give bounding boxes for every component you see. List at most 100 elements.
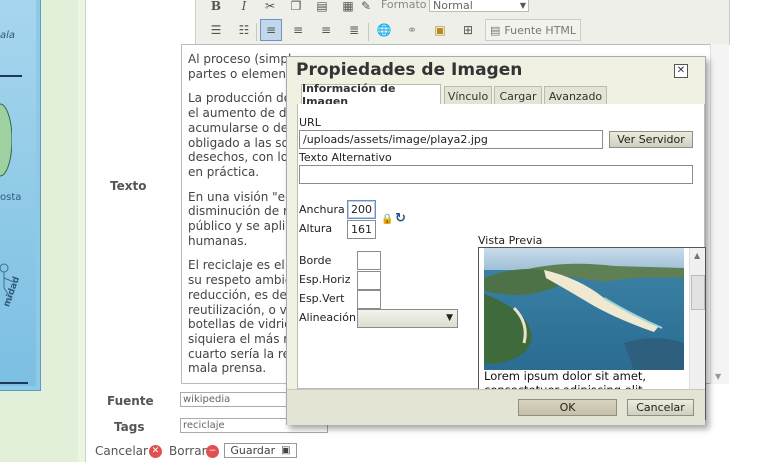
paste-word-icon: ▦ (342, 0, 354, 13)
chevron-down-icon: ▼ (519, 1, 526, 10)
image-button[interactable]: ▣ (430, 20, 450, 40)
height-input[interactable]: 161 (347, 220, 376, 239)
guardar-label: Guardar (230, 444, 276, 457)
alt-text-label: Texto Alternativo (299, 151, 392, 164)
cut-button[interactable]: ✂ (260, 0, 280, 16)
fuente-input[interactable]: wikipedia (180, 392, 290, 407)
bulleted-list-button[interactable]: ☷ (234, 20, 254, 40)
vspace-input[interactable] (357, 290, 381, 309)
width-input[interactable]: 200 (347, 200, 376, 219)
toolbar-separator (368, 23, 369, 41)
scroll-up-icon: ▲ (694, 251, 701, 260)
align-right-button[interactable]: ≡ (316, 20, 336, 40)
editor-body: Al proceso (simple partes o elemento La … (188, 52, 298, 383)
source-html-button[interactable]: ▤ Fuente HTML (485, 19, 582, 41)
image-icon: ▣ (434, 23, 446, 37)
dialog-cancel-button[interactable]: Cancelar (627, 399, 694, 416)
numbered-list-button[interactable]: ☰ (206, 20, 226, 40)
texto-label: Texto (110, 179, 147, 193)
bold-button[interactable]: B (206, 0, 226, 16)
clipboard-icon: ▤ (316, 0, 328, 13)
hspace-input[interactable] (357, 271, 381, 290)
justify-button[interactable]: ≣ (344, 20, 364, 40)
borrar-link[interactable]: Borrar (169, 444, 207, 458)
formato-select[interactable]: Normal ▼ (429, 0, 529, 12)
link-button[interactable]: 🌐 (374, 20, 394, 40)
formato-value: Normal (433, 0, 473, 12)
tab-link[interactable]: Vínculo (444, 86, 492, 105)
unlink-button[interactable]: ⚭ (402, 20, 422, 40)
delete-minus-icon[interactable]: − (206, 445, 219, 458)
numbered-list-icon: ☰ (210, 23, 222, 37)
scroll-down-icon: ▼ (715, 372, 722, 381)
cancelar-link[interactable]: Cancelar (95, 444, 148, 458)
editor-scrollbar[interactable]: ▼ (710, 44, 729, 384)
reset-size-icon[interactable]: ↻ (395, 211, 406, 226)
dialog-title: Propiedades de Imagen (296, 60, 523, 80)
source-icon: ▤ (490, 23, 501, 37)
unlink-icon: ⚭ (406, 23, 418, 37)
ok-button[interactable]: OK (518, 399, 617, 416)
align-select[interactable]: ▼ (357, 309, 458, 328)
dialog-footer: OK Cancelar (287, 389, 705, 425)
justify-icon: ≣ (348, 23, 360, 37)
url-label: URL (299, 116, 321, 129)
fuente-label: Fuente (107, 394, 154, 408)
formato-label: Formato (381, 0, 427, 11)
lock-ratio-icon[interactable]: 🔒 (381, 214, 393, 225)
tab-upload[interactable]: Cargar (494, 86, 542, 105)
left-banner-text-top: ala (0, 30, 16, 41)
paste-button[interactable]: ▤ (312, 0, 332, 16)
chevron-down-icon: ▼ (446, 313, 453, 323)
preview-label: Vista Previa (478, 234, 543, 247)
left-divider-bottom (0, 382, 28, 384)
align-label: Alineación (299, 311, 356, 324)
bulleted-list-icon: ☷ (238, 23, 250, 37)
toolbar-separator (256, 23, 257, 41)
remove-format-button[interactable]: ✎ (356, 0, 376, 16)
editor-paragraph-1: Al proceso (simple partes o elemento (188, 52, 298, 81)
scroll-thumb[interactable] (691, 275, 705, 310)
guardar-button[interactable]: Guardar ▣ (224, 443, 297, 458)
align-center-icon: ≡ (292, 23, 304, 37)
dialog-body: URL /uploads/assets/image/playa2.jpg Ver… (297, 104, 706, 420)
image-properties-dialog: Propiedades de Imagen ✕ Información de I… (286, 56, 706, 425)
italic-button[interactable]: I (234, 0, 254, 16)
copy-icon: ❐ (290, 0, 302, 13)
beach-photo (484, 248, 684, 370)
editor-paragraph-4: El reciclaje es el te su respeto ambien … (188, 258, 298, 376)
left-divider-top (0, 75, 22, 77)
tags-label: Tags (114, 420, 145, 434)
align-left-icon: ≡ (265, 23, 277, 37)
link-globe-icon: 🌐 (376, 23, 392, 37)
source-html-label: Fuente HTML (504, 23, 577, 37)
table-icon: ⊞ (462, 23, 474, 37)
eraser-icon: ✎ (360, 0, 372, 13)
height-label: Altura (299, 222, 333, 235)
paste-word-button[interactable]: ▦ (338, 0, 358, 16)
globe-decoration-icon (0, 103, 12, 177)
browse-server-button[interactable]: Ver Servidor (609, 131, 693, 148)
editor-paragraph-2: La producción de el aumento de de acumul… (188, 91, 298, 179)
cancel-x-icon[interactable]: ✕ (149, 445, 162, 458)
table-button[interactable]: ⊞ (458, 20, 478, 40)
align-center-button[interactable]: ≡ (288, 20, 308, 40)
vspace-label: Esp.Vert (299, 292, 345, 305)
left-banner-text-mid: osta (0, 192, 22, 203)
tab-advanced[interactable]: Avanzado (544, 86, 607, 105)
url-input[interactable]: /uploads/assets/image/playa2.jpg (299, 130, 603, 149)
save-disk-icon: ▣ (281, 445, 291, 456)
align-right-icon: ≡ (320, 23, 332, 37)
width-label: Anchura (299, 203, 345, 216)
editor-toolbar: B I ✂ ❐ ▤ ▦ ✎ Formato Normal ▼ ☰ ☷ ≡ ≡ ≡… (195, 0, 730, 45)
align-left-button[interactable]: ≡ (260, 19, 282, 41)
alt-text-input[interactable] (299, 165, 693, 184)
copy-button[interactable]: ❐ (286, 0, 306, 16)
editor-paragraph-3: En una visión "eco disminución de re púb… (188, 189, 298, 248)
close-icon[interactable]: ✕ (674, 64, 688, 78)
border-label: Borde (299, 254, 332, 267)
border-input[interactable] (357, 251, 381, 270)
scissors-icon: ✂ (264, 0, 276, 13)
hspace-label: Esp.Horiz (299, 273, 351, 286)
tab-image-info[interactable]: Información de Imagen (301, 82, 441, 108)
